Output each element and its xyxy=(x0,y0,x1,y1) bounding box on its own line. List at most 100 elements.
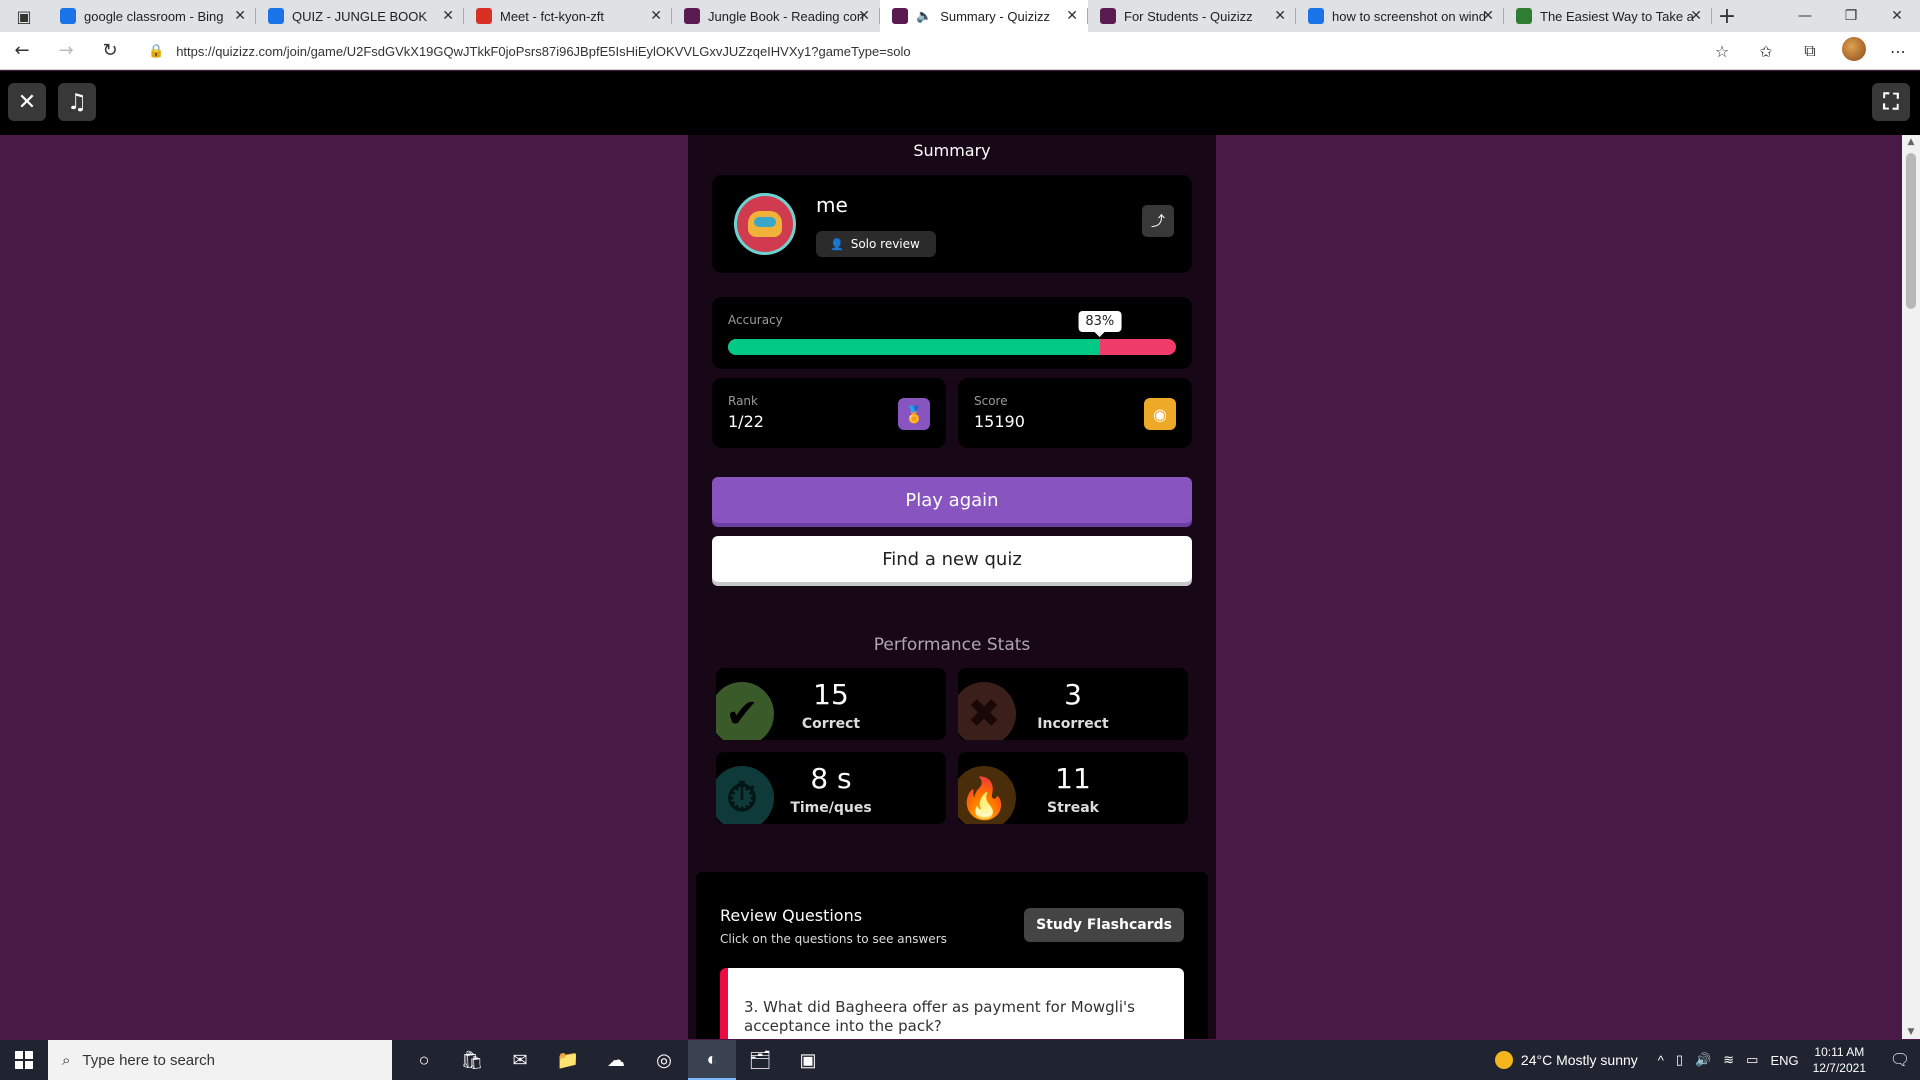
accuracy-card: Accuracy 83% xyxy=(712,297,1192,369)
tab-title: QUIZ - JUNGLE BOOK xyxy=(292,8,428,24)
player-card: me 👤 Solo review ⤴ xyxy=(712,175,1192,273)
close-tab-icon[interactable]: ✕ xyxy=(234,7,246,24)
store-icon[interactable]: 🛍 xyxy=(448,1040,496,1080)
browser-tab[interactable]: 🔈 Summary - Quizizz ✕ xyxy=(880,0,1088,32)
chrome-icon[interactable]: ◎ xyxy=(640,1040,688,1080)
close-window-icon[interactable]: ✕ xyxy=(1874,0,1920,32)
file-explorer-icon[interactable]: 📁 xyxy=(544,1040,592,1080)
forward-button[interactable]: → xyxy=(44,32,88,70)
clock[interactable]: 10:11 AM 12/7/2021 xyxy=(1813,1044,1866,1076)
browser-tab[interactable]: For Students - Quizizz ✕ xyxy=(1088,0,1296,32)
search-icon: ⌕ xyxy=(62,1051,71,1069)
mode-label: Solo review xyxy=(850,237,920,251)
close-tab-icon[interactable]: ✕ xyxy=(1482,7,1494,24)
review-subtitle: Click on the questions to see answers xyxy=(720,932,947,946)
browser-tab[interactable]: Meet - fct-kyon-zft ✕ xyxy=(464,0,672,32)
find-new-quiz-button[interactable]: Find a new quiz xyxy=(712,536,1192,582)
more-menu-icon[interactable]: ⋯ xyxy=(1876,42,1920,61)
language-indicator[interactable]: ENG xyxy=(1770,1053,1798,1068)
battery-icon[interactable]: ▭ xyxy=(1746,1052,1758,1068)
toolbar-actions: ☆ ✩ ⧉ ⋯ xyxy=(1700,32,1920,70)
tab-title: google classroom - Bing xyxy=(84,8,224,24)
office-icon[interactable]: ▣ xyxy=(784,1040,832,1080)
close-tab-icon[interactable]: ✕ xyxy=(1274,7,1286,24)
skype-icon[interactable]: ☁ xyxy=(592,1040,640,1080)
study-flashcards-button[interactable]: Study Flashcards xyxy=(1024,908,1184,942)
close-quiz-button[interactable]: ✕ xyxy=(8,83,46,121)
address-bar[interactable]: 🔒 https://quizizz.com/join/game/U2FsdGVk… xyxy=(148,38,1718,64)
fullscreen-button[interactable]: ⛶ xyxy=(1872,83,1910,121)
browser-tab[interactable]: google classroom - Bing ✕ xyxy=(48,0,256,32)
taskbar-search[interactable]: ⌕ Type here to search xyxy=(48,1040,392,1080)
browser-tab[interactable]: The Easiest Way to Take a ✕ xyxy=(1504,0,1712,32)
stat-label: Correct xyxy=(801,716,861,732)
stat-label: Incorrect xyxy=(1037,716,1109,732)
question-text: 3. What did Bagheera offer as payment fo… xyxy=(744,998,1135,1035)
weather-sun-icon xyxy=(1494,1051,1513,1069)
question-item[interactable]: 3. What did Bagheera offer as payment fo… xyxy=(720,968,1184,1039)
close-tab-icon[interactable]: ✕ xyxy=(858,7,870,24)
lock-icon: 🔒 xyxy=(148,43,165,58)
new-tab-button[interactable]: + xyxy=(1712,0,1742,32)
score-value: 15190 xyxy=(974,412,1025,431)
stat-incorrect: ✖ 3 Incorrect xyxy=(958,668,1188,740)
edge-icon[interactable]: ◐ xyxy=(688,1040,736,1080)
coins-icon: ◉ xyxy=(1144,398,1176,430)
scroll-up-icon[interactable]: ▲ xyxy=(1902,137,1920,147)
speaker-icon[interactable]: 🔈 xyxy=(916,8,932,24)
tab-title: Meet - fct-kyon-zft xyxy=(500,8,605,24)
accuracy-bar xyxy=(728,339,1176,355)
mail-icon[interactable]: ✉ xyxy=(496,1040,544,1080)
quizizz-icon xyxy=(1100,8,1116,24)
start-button[interactable] xyxy=(0,1040,48,1080)
tab-title: Summary - Quizizz xyxy=(940,8,1050,24)
minimize-icon[interactable]: — xyxy=(1782,0,1828,32)
score-label: Score xyxy=(974,394,1008,408)
weather-text: 24°C Mostly sunny xyxy=(1520,1052,1638,1068)
review-title: Review Questions xyxy=(720,906,863,925)
wifi-icon[interactable]: ≋ xyxy=(1723,1052,1734,1068)
show-hidden-icons-icon[interactable]: ^ xyxy=(1658,1053,1664,1068)
player-avatar xyxy=(734,193,796,255)
collections-icon[interactable]: ⧉ xyxy=(1788,41,1832,61)
close-tab-icon[interactable]: ✕ xyxy=(1066,7,1078,24)
refresh-button[interactable]: ↻ xyxy=(88,32,132,70)
back-button[interactable]: ← xyxy=(0,32,44,70)
share-button[interactable]: ⤴ xyxy=(1142,205,1174,237)
quizizz-icon xyxy=(892,8,908,24)
add-favorite-icon[interactable]: ☆ xyxy=(1700,42,1744,61)
volume-icon[interactable]: 🔊 xyxy=(1695,1052,1711,1068)
search-placeholder: Type here to search xyxy=(82,1051,215,1069)
scroll-down-icon[interactable]: ▼ xyxy=(1902,1027,1920,1037)
quizizz-icon xyxy=(684,8,700,24)
play-again-button[interactable]: Play again xyxy=(712,477,1192,523)
weather-widget[interactable]: 24°C Mostly sunny xyxy=(1494,1051,1638,1069)
vertical-scrollbar[interactable]: ▲ ▼ xyxy=(1902,135,1920,1039)
browser-tab[interactable]: Jungle Book - Reading con ✕ xyxy=(672,0,880,32)
close-tab-icon[interactable]: ✕ xyxy=(650,7,662,24)
favorites-icon[interactable]: ✩ xyxy=(1744,42,1788,61)
browser-tab[interactable]: how to screenshot on wind ✕ xyxy=(1296,0,1504,32)
review-questions-section: Review Questions Click on the questions … xyxy=(696,872,1208,1039)
device-icon[interactable]: ▯ xyxy=(1676,1052,1683,1068)
files-icon[interactable]: 🗂 xyxy=(736,1040,784,1080)
stat-value: 11 xyxy=(1055,762,1091,795)
medal-icon: 🏅 xyxy=(898,398,930,430)
browser-tab[interactable]: QUIZ - JUNGLE BOOK ✕ xyxy=(256,0,464,32)
close-tab-icon[interactable]: ✕ xyxy=(1690,7,1702,24)
accuracy-tooltip: 83% xyxy=(1078,311,1122,337)
rank-card: Rank 1/22 🏅 xyxy=(712,378,946,448)
windows-icon xyxy=(15,1051,33,1069)
tab-strip: ▣ google classroom - Bing ✕ QUIZ - JUNGLE … xyxy=(0,0,1920,32)
rank-label: Rank xyxy=(728,394,758,408)
close-tab-icon[interactable]: ✕ xyxy=(442,7,454,24)
clock-date: 12/7/2021 xyxy=(1812,1061,1866,1075)
profile-avatar[interactable] xyxy=(1832,37,1876,65)
scroll-thumb[interactable] xyxy=(1906,153,1916,309)
notifications-icon[interactable]: 🗨 xyxy=(1880,1050,1920,1070)
music-toggle-button[interactable]: ♫ xyxy=(58,83,96,121)
restore-icon[interactable]: ❐ xyxy=(1828,0,1874,32)
tab-actions-icon[interactable]: ▣ xyxy=(0,0,48,32)
task-view-icon[interactable]: ○ xyxy=(400,1040,448,1080)
summary-panel: Summary me 👤 Solo review ⤴ Accuracy 83% … xyxy=(688,135,1216,1039)
